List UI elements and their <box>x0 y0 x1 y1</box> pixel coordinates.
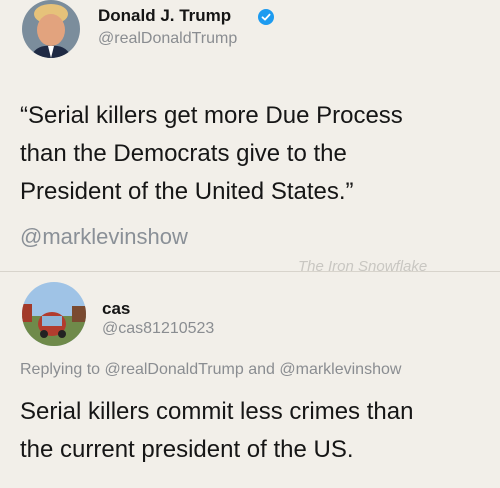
replying-prefix: Replying to <box>20 361 101 378</box>
avatar-trump[interactable] <box>22 0 80 58</box>
avatar-cas-image <box>22 282 86 346</box>
verified-badge-icon <box>258 9 274 25</box>
tweet-text: “Serial killers get more Due Process tha… <box>20 97 403 211</box>
mention-link[interactable]: @marklevinshow <box>20 224 188 250</box>
divider <box>0 271 500 272</box>
user-handle[interactable]: @realDonaldTrump <box>98 30 237 48</box>
reply-user-handle[interactable]: @cas81210523 <box>102 320 214 338</box>
display-name[interactable]: Donald J. Trump <box>98 6 231 26</box>
tweet-text-line: “Serial killers get more Due Process <box>20 102 403 129</box>
original-tweet: Donald J. Trump @realDonaldTrump “Serial… <box>0 0 500 262</box>
replying-user-link[interactable]: @marklevinshow <box>279 361 401 378</box>
replying-to: Replying to @realDonaldTrump and @markle… <box>20 361 401 379</box>
reply-text-line: Serial killers commit less crimes than <box>20 398 414 425</box>
replying-and: and <box>248 361 275 378</box>
replying-user-link[interactable]: @realDonaldTrump <box>105 361 244 378</box>
watermark: The Iron Snowflake <box>298 258 428 275</box>
tweet-text-line: President of the United States.” <box>20 178 354 205</box>
reply-text-line: the current president of the US. <box>20 436 354 463</box>
avatar-cas[interactable] <box>22 282 86 346</box>
tweet-text-line: than the Democrats give to the <box>20 140 347 167</box>
avatar-trump-image <box>22 0 80 58</box>
reply-display-name[interactable]: cas <box>102 299 130 319</box>
reply-text: Serial killers commit less crimes than t… <box>20 393 413 469</box>
